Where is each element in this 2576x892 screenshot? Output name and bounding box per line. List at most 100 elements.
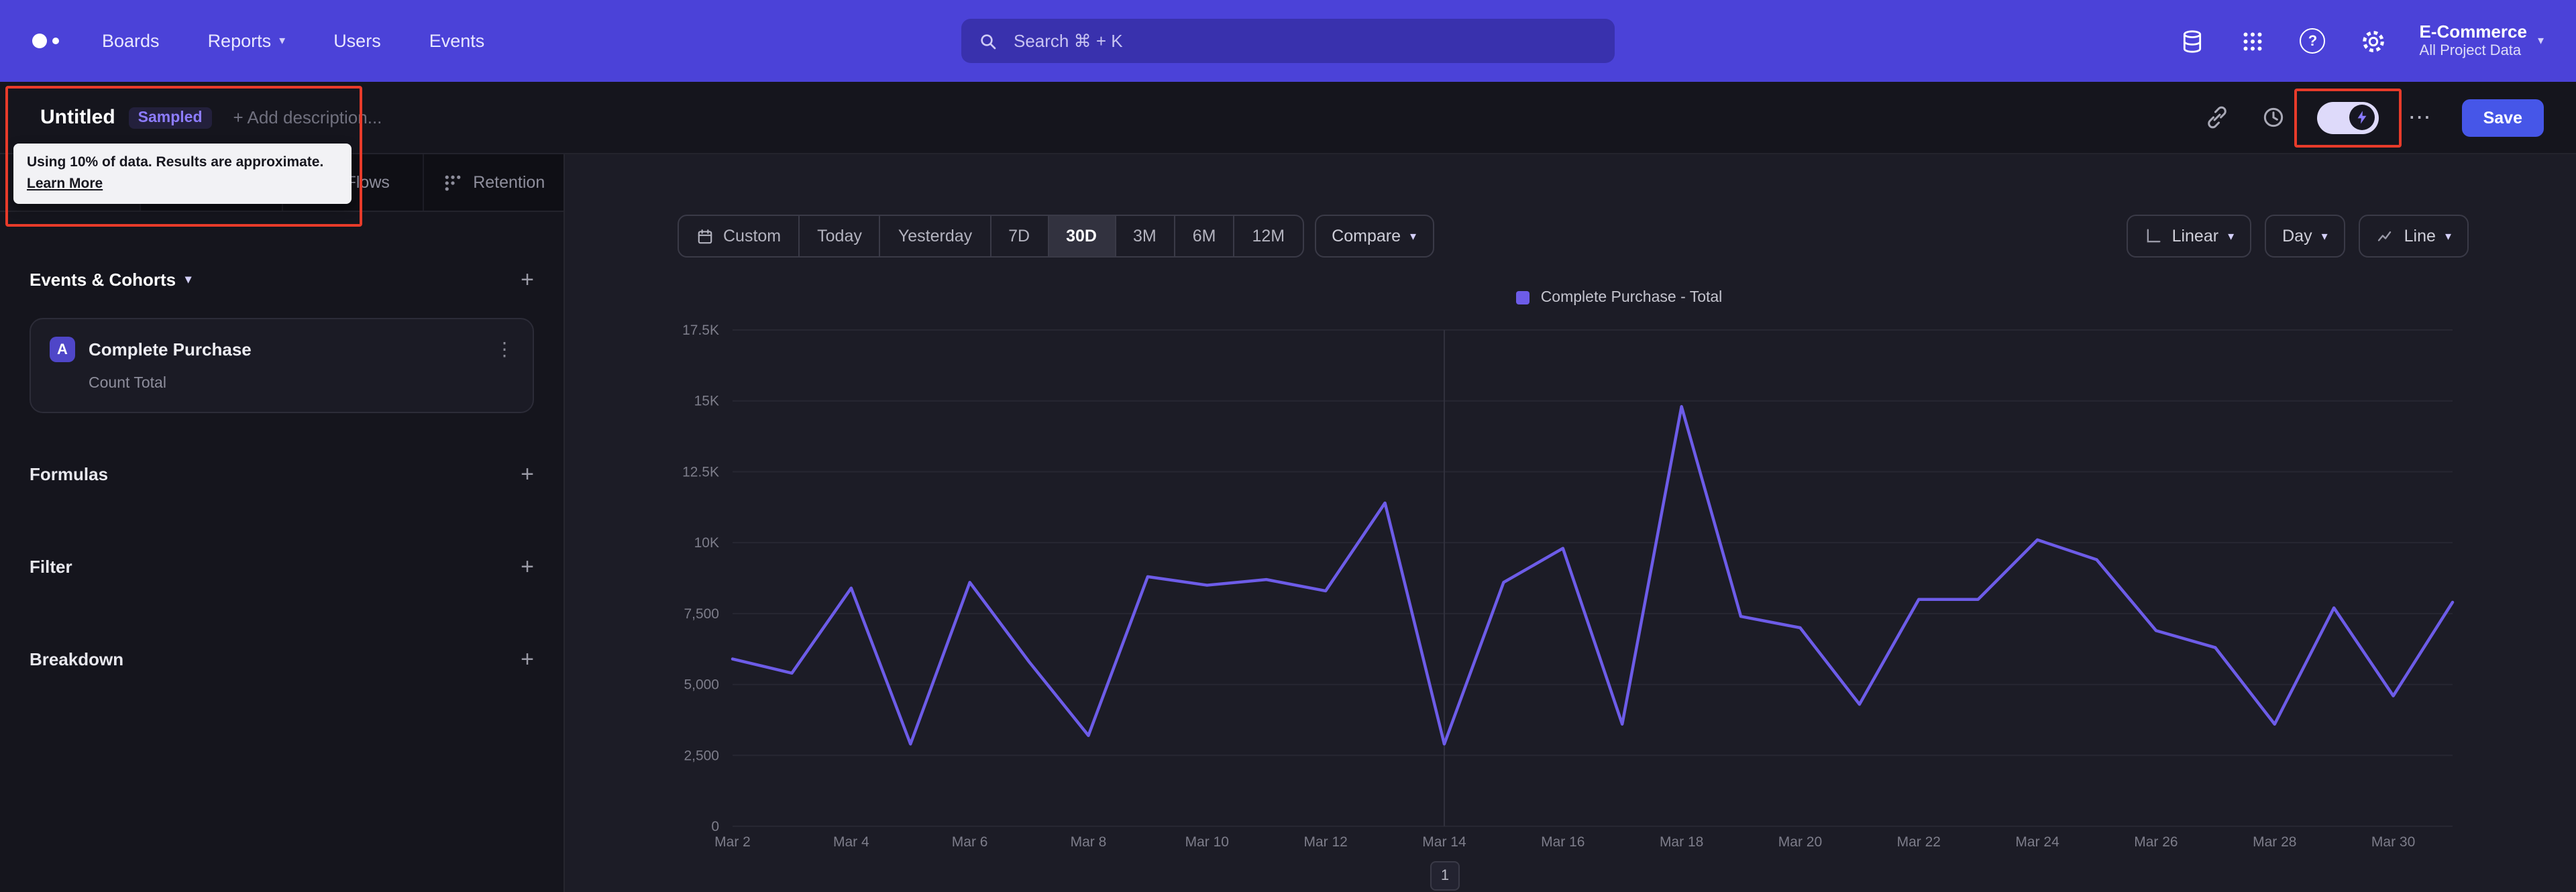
compare-button[interactable]: Compare ▾: [1314, 215, 1434, 258]
mixpanel-logo-icon[interactable]: [32, 34, 59, 48]
report-title[interactable]: Untitled: [40, 106, 115, 129]
project-switcher[interactable]: E-Commerce All Project Data ▾: [2420, 21, 2544, 61]
tab-retention[interactable]: Retention: [424, 154, 564, 211]
x-axis-label: Mar 24: [2015, 834, 2059, 850]
sampling-toggle[interactable]: [2316, 101, 2379, 133]
chart-legend: Complete Purchase - Total: [759, 290, 2479, 306]
top-nav: Boards Reports ▾ Users Events Search ⌘ +…: [0, 0, 2576, 82]
more-options-icon[interactable]: ⋯: [2408, 104, 2432, 131]
x-axis-label: Mar 30: [2371, 834, 2415, 850]
chevron-down-icon: ▾: [2228, 229, 2235, 242]
share-link-icon[interactable]: [2204, 104, 2231, 131]
event-letter-badge: A: [50, 337, 75, 362]
learn-more-link[interactable]: Learn More: [27, 174, 103, 194]
y-axis-label: 7,500: [684, 606, 719, 622]
axis-scale-label: Linear: [2171, 227, 2219, 245]
tooltip-text: Using 10% of data. Results are approxima…: [27, 154, 324, 170]
add-event-button[interactable]: +: [521, 268, 534, 291]
chart-type-label: Line: [2404, 227, 2436, 245]
chart-type-dropdown[interactable]: Line ▾: [2358, 215, 2469, 258]
global-search[interactable]: [961, 19, 1615, 63]
filter-section: Filter +: [30, 555, 534, 578]
search-input[interactable]: [1011, 30, 1599, 52]
nav-item-label: Users: [333, 31, 381, 51]
x-axis-label: Mar 8: [1071, 834, 1107, 850]
range-label: 30D: [1066, 227, 1097, 245]
event-metric[interactable]: Count Total: [89, 376, 514, 392]
events-cohorts-header-row: Events & Cohorts ▾ +: [30, 268, 534, 291]
x-axis-label: Mar 28: [2253, 834, 2296, 850]
data-management-icon[interactable]: [2178, 27, 2206, 55]
y-axis-label: 0: [711, 819, 719, 834]
x-axis-label: Mar 6: [952, 834, 988, 850]
linear-axis-icon: [2144, 227, 2163, 245]
y-axis-label: 12.5K: [682, 464, 719, 480]
nav-item-label: Boards: [102, 31, 160, 51]
range-3m[interactable]: 3M: [1116, 216, 1175, 256]
history-icon[interactable]: [2261, 104, 2288, 131]
add-formula-button[interactable]: +: [521, 463, 534, 486]
breakdown-section: Breakdown +: [30, 648, 534, 671]
sidebar-body: Events & Cohorts ▾ + A Complete Purchase…: [0, 212, 564, 892]
range-today[interactable]: Today: [800, 216, 881, 256]
axis-scale-dropdown[interactable]: Linear ▾: [2126, 215, 2252, 258]
kebab-menu-icon[interactable]: ⋮: [495, 338, 514, 361]
query-builder-sidebar: Insights Funnels: [0, 154, 565, 892]
apps-grid-icon[interactable]: [2239, 27, 2267, 55]
sampling-tooltip: Using 10% of data. Results are approxima…: [13, 144, 352, 205]
sampled-badge[interactable]: Sampled: [128, 107, 212, 128]
tab-label: Flows: [345, 173, 390, 192]
event-card-row: A Complete Purchase ⋮: [50, 337, 514, 362]
range-label: 6M: [1192, 227, 1216, 245]
range-yesterday[interactable]: Yesterday: [881, 216, 991, 256]
range-30d[interactable]: 30D: [1049, 216, 1116, 256]
tab-label: Retention: [473, 173, 545, 192]
range-label: 12M: [1252, 227, 1285, 245]
nav-item-events[interactable]: Events: [429, 31, 485, 51]
range-label: Yesterday: [898, 227, 973, 245]
add-description[interactable]: + Add description...: [233, 107, 382, 127]
y-axis-label: 2,500: [684, 748, 719, 763]
page-number-badge[interactable]: 1: [1430, 861, 1460, 891]
y-axis-label: 15K: [694, 394, 719, 409]
granularity-label: Day: [2282, 227, 2312, 245]
range-7d[interactable]: 7D: [991, 216, 1049, 256]
sampling-toggle-wrap: [2294, 88, 2402, 147]
range-label: Custom: [723, 227, 782, 245]
legend-swatch: [1516, 291, 1530, 304]
range-6m[interactable]: 6M: [1175, 216, 1235, 256]
range-custom[interactable]: Custom: [679, 216, 800, 256]
nav-item-boards[interactable]: Boards: [102, 31, 160, 51]
project-name: E-Commerce: [2419, 21, 2527, 42]
content: Insights Funnels: [0, 154, 2576, 892]
settings-gear-icon[interactable]: [2359, 27, 2387, 55]
x-axis-label: Mar 18: [1660, 834, 1703, 850]
nav-right-actions: ? E-Commerce All Project Data ▾: [2178, 21, 2544, 61]
report-actions: ⋯ Save: [2204, 88, 2544, 147]
y-axis-label: 5,000: [684, 677, 719, 693]
breakdown-label: Breakdown: [30, 649, 124, 669]
retention-icon: [442, 172, 462, 192]
save-button[interactable]: Save: [2461, 99, 2544, 136]
chevron-down-icon: ▾: [279, 34, 286, 47]
nav-item-users[interactable]: Users: [333, 31, 381, 51]
event-card[interactable]: A Complete Purchase ⋮ Count Total: [30, 318, 534, 413]
help-icon[interactable]: ?: [2299, 27, 2327, 55]
range-label: 7D: [1008, 227, 1030, 245]
chevron-down-icon: ▾: [185, 272, 192, 286]
nav-item-reports[interactable]: Reports ▾: [208, 31, 286, 51]
compare-label: Compare: [1332, 227, 1401, 245]
events-cohorts-header[interactable]: Events & Cohorts ▾: [30, 270, 191, 290]
search-icon: [977, 30, 999, 52]
add-filter-button[interactable]: +: [521, 555, 534, 578]
granularity-dropdown[interactable]: Day ▾: [2265, 215, 2345, 258]
insights-line-chart[interactable]: 0 2,500 5,000 7,500 10K 12.5K 15K 17.5K Mar 2 Mar…: [592, 317, 2551, 858]
filter-label: Filter: [30, 557, 72, 577]
legend-label: Complete Purchase - Total: [1540, 290, 1723, 306]
line-chart-icon: [2376, 227, 2395, 245]
logo-dot: [32, 34, 47, 48]
add-breakdown-button[interactable]: +: [521, 648, 534, 671]
nav-item-label: Events: [429, 31, 485, 51]
project-info: E-Commerce All Project Data: [2420, 21, 2527, 61]
range-12m[interactable]: 12M: [1235, 216, 1303, 256]
